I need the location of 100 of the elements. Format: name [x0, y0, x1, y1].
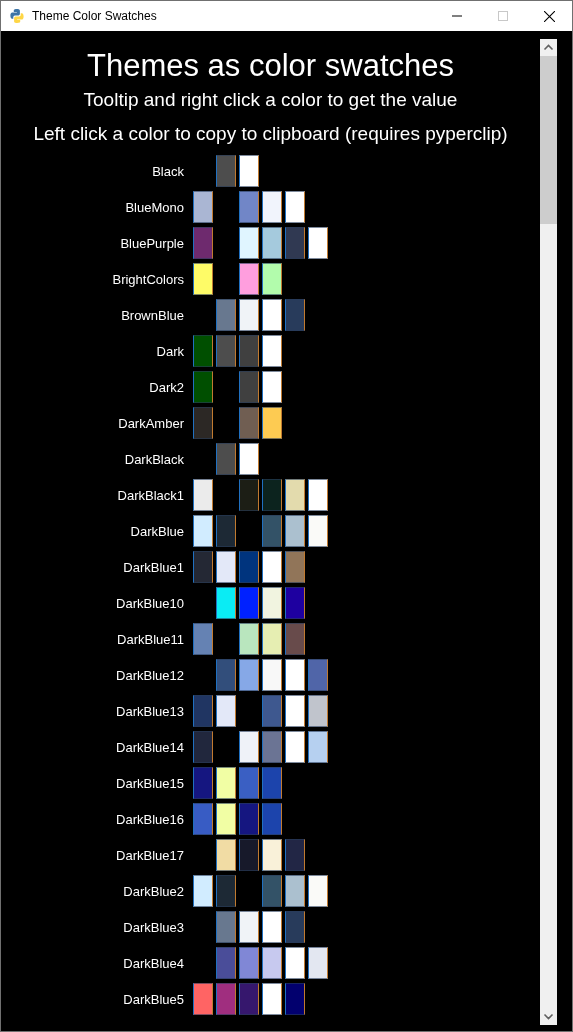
color-swatch[interactable] [262, 263, 282, 295]
color-swatch[interactable] [285, 947, 305, 979]
color-swatch[interactable] [239, 155, 259, 187]
color-swatch[interactable] [285, 731, 305, 763]
color-swatch[interactable] [262, 983, 282, 1015]
color-swatch[interactable] [262, 659, 282, 691]
color-swatch[interactable] [193, 767, 213, 799]
color-swatch[interactable] [308, 227, 328, 259]
color-swatch[interactable] [285, 839, 305, 871]
color-swatch[interactable] [285, 659, 305, 691]
color-swatch[interactable] [262, 875, 282, 907]
color-swatch[interactable] [216, 515, 236, 547]
color-swatch[interactable] [285, 695, 305, 727]
color-swatch[interactable] [239, 407, 259, 439]
color-swatch[interactable] [285, 479, 305, 511]
color-swatch[interactable] [262, 551, 282, 583]
color-swatch[interactable] [239, 263, 259, 295]
color-swatch[interactable] [308, 695, 328, 727]
color-swatch[interactable] [216, 911, 236, 943]
color-swatch[interactable] [239, 479, 259, 511]
color-swatch[interactable] [193, 623, 213, 655]
color-swatch[interactable] [239, 299, 259, 331]
color-swatch[interactable] [239, 659, 259, 691]
color-swatch[interactable] [193, 371, 213, 403]
color-swatch[interactable] [239, 839, 259, 871]
color-swatch[interactable] [216, 335, 236, 367]
color-swatch[interactable] [239, 371, 259, 403]
color-swatch[interactable] [193, 407, 213, 439]
color-swatch[interactable] [193, 731, 213, 763]
color-swatch[interactable] [262, 407, 282, 439]
color-swatch[interactable] [216, 767, 236, 799]
color-swatch[interactable] [262, 299, 282, 331]
color-swatch[interactable] [262, 695, 282, 727]
color-swatch[interactable] [285, 515, 305, 547]
color-swatch[interactable] [216, 443, 236, 475]
color-swatch[interactable] [308, 731, 328, 763]
color-swatch[interactable] [262, 515, 282, 547]
color-swatch[interactable] [216, 803, 236, 835]
color-swatch[interactable] [262, 371, 282, 403]
color-swatch[interactable] [308, 659, 328, 691]
color-swatch[interactable] [262, 335, 282, 367]
color-swatch[interactable] [239, 587, 259, 619]
color-swatch[interactable] [285, 227, 305, 259]
color-swatch[interactable] [239, 911, 259, 943]
color-swatch[interactable] [308, 515, 328, 547]
color-swatch[interactable] [239, 191, 259, 223]
color-swatch[interactable] [193, 875, 213, 907]
color-swatch[interactable] [262, 767, 282, 799]
color-swatch[interactable] [216, 551, 236, 583]
color-swatch[interactable] [262, 623, 282, 655]
color-swatch[interactable] [216, 587, 236, 619]
color-swatch[interactable] [262, 803, 282, 835]
color-swatch[interactable] [216, 659, 236, 691]
color-swatch[interactable] [285, 191, 305, 223]
color-swatch[interactable] [239, 947, 259, 979]
color-swatch[interactable] [239, 983, 259, 1015]
color-swatch[interactable] [262, 911, 282, 943]
color-swatch[interactable] [216, 155, 236, 187]
color-swatch[interactable] [193, 263, 213, 295]
color-swatch[interactable] [239, 227, 259, 259]
color-swatch[interactable] [239, 731, 259, 763]
color-swatch[interactable] [262, 731, 282, 763]
color-swatch[interactable] [239, 443, 259, 475]
color-swatch[interactable] [285, 623, 305, 655]
color-swatch[interactable] [239, 767, 259, 799]
color-swatch[interactable] [216, 839, 236, 871]
color-swatch[interactable] [308, 479, 328, 511]
color-swatch[interactable] [239, 623, 259, 655]
color-swatch[interactable] [285, 299, 305, 331]
color-swatch[interactable] [285, 875, 305, 907]
color-swatch[interactable] [308, 947, 328, 979]
color-swatch[interactable] [193, 983, 213, 1015]
color-swatch[interactable] [285, 551, 305, 583]
color-swatch[interactable] [308, 875, 328, 907]
color-swatch[interactable] [193, 515, 213, 547]
color-swatch[interactable] [262, 587, 282, 619]
color-swatch[interactable] [239, 803, 259, 835]
color-swatch[interactable] [262, 839, 282, 871]
color-swatch[interactable] [239, 551, 259, 583]
color-swatch[interactable] [285, 587, 305, 619]
scrollbar[interactable] [540, 39, 557, 1025]
color-swatch[interactable] [262, 191, 282, 223]
color-swatch[interactable] [285, 911, 305, 943]
color-swatch[interactable] [193, 695, 213, 727]
color-swatch[interactable] [216, 983, 236, 1015]
color-swatch[interactable] [193, 227, 213, 259]
color-swatch[interactable] [193, 335, 213, 367]
color-swatch[interactable] [262, 479, 282, 511]
color-swatch[interactable] [239, 335, 259, 367]
color-swatch[interactable] [216, 947, 236, 979]
color-swatch[interactable] [193, 479, 213, 511]
color-swatch[interactable] [262, 227, 282, 259]
color-swatch[interactable] [193, 551, 213, 583]
color-swatch[interactable] [216, 695, 236, 727]
color-swatch[interactable] [193, 191, 213, 223]
scroll-thumb[interactable] [540, 56, 557, 224]
color-swatch[interactable] [262, 947, 282, 979]
color-swatch[interactable] [216, 299, 236, 331]
color-swatch[interactable] [285, 983, 305, 1015]
color-swatch[interactable] [193, 803, 213, 835]
